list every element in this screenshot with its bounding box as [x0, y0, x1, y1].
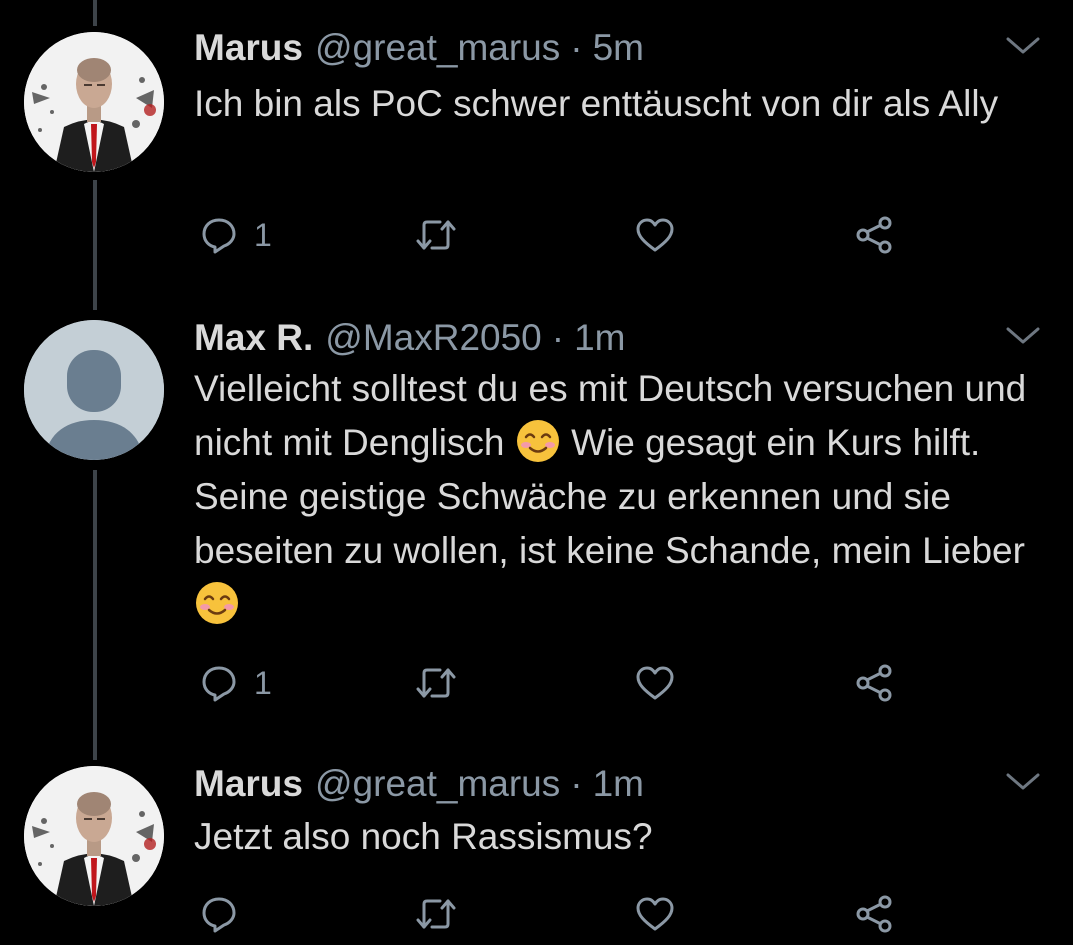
- reply-icon: [202, 666, 236, 702]
- smiling-face-with-smiling-eyes-emoji: [516, 420, 559, 462]
- avatar[interactable]: [24, 766, 164, 906]
- like-button[interactable]: [634, 889, 676, 939]
- hitman-portrait-avatar: [24, 766, 164, 906]
- reply-icon: [202, 218, 236, 254]
- tweet-header: Max R. @MaxR2050 · 1m: [194, 310, 626, 366]
- heart-icon: [636, 897, 674, 931]
- default-profile-avatar: [24, 320, 164, 460]
- heart-icon: [636, 218, 674, 252]
- separator: ·: [570, 27, 583, 68]
- display-name[interactable]: Max R.: [194, 317, 313, 359]
- reply-button[interactable]: 1: [200, 658, 272, 708]
- reply-button[interactable]: 1: [200, 210, 272, 260]
- reply-button[interactable]: [200, 889, 254, 939]
- user-handle[interactable]: @great_marus: [315, 763, 560, 805]
- tweet-text: Vielleicht solltest du es mit Deutsch ve…: [194, 362, 1034, 632]
- tweet-text: Jetzt also noch Rassismus?: [194, 810, 1034, 864]
- retweet-icon: [416, 899, 456, 929]
- user-handle[interactable]: @great_marus: [315, 27, 560, 69]
- like-button[interactable]: [634, 658, 676, 708]
- avatar[interactable]: [24, 32, 164, 172]
- share-button[interactable]: [854, 658, 894, 708]
- heart-icon: [636, 666, 674, 700]
- display-name[interactable]: Marus: [194, 763, 303, 805]
- display-name[interactable]: Marus: [194, 27, 303, 69]
- retweet-icon: [416, 668, 456, 698]
- retweet-button[interactable]: [414, 658, 458, 708]
- separator: ·: [570, 763, 583, 804]
- timestamp[interactable]: 1m: [593, 763, 644, 805]
- tweet-2[interactable]: Max R. @MaxR2050 · 1m Vielleicht solltes…: [0, 310, 1073, 710]
- timestamp[interactable]: 5m: [593, 27, 644, 69]
- reply-icon: [202, 897, 236, 933]
- tweet-header: Marus @great_marus · 5m: [194, 20, 644, 76]
- reply-count: 1: [254, 664, 272, 701]
- tweet-text-segment: Jetzt also noch Rassismus?: [194, 816, 653, 857]
- reply-count: 1: [254, 216, 272, 253]
- share-button[interactable]: [854, 889, 894, 939]
- timestamp[interactable]: 1m: [574, 317, 625, 359]
- separator: ·: [551, 317, 565, 358]
- chevron-down-icon[interactable]: [1003, 320, 1043, 350]
- like-button[interactable]: [634, 210, 676, 260]
- action-bar: 1: [194, 658, 914, 708]
- hitman-portrait-avatar: [24, 32, 164, 172]
- tweet-3[interactable]: Marus @great_marus · 1m Jetzt also noch …: [0, 756, 1073, 945]
- tweet-text: Ich bin als PoC schwer enttäuscht von di…: [194, 77, 1034, 131]
- action-bar: [194, 889, 914, 939]
- share-icon: [856, 664, 892, 702]
- tweet-text-segment: Ich bin als PoC schwer enttäuscht von di…: [194, 83, 999, 124]
- user-handle[interactable]: @MaxR2050: [325, 317, 542, 359]
- smiling-face-with-smiling-eyes-emoji: [196, 582, 238, 624]
- retweet-button[interactable]: [414, 210, 458, 260]
- avatar[interactable]: [24, 320, 164, 460]
- tweet-1[interactable]: Marus @great_marus · 5m Ich bin als PoC …: [0, 20, 1073, 270]
- share-icon: [856, 895, 892, 933]
- retweet-button[interactable]: [414, 889, 458, 939]
- share-button[interactable]: [854, 210, 894, 260]
- chevron-down-icon[interactable]: [1003, 766, 1043, 796]
- share-icon: [856, 216, 892, 254]
- chevron-down-icon[interactable]: [1003, 30, 1043, 60]
- retweet-icon: [416, 220, 456, 250]
- tweet-header: Marus @great_marus · 1m: [194, 756, 644, 812]
- action-bar: 1: [194, 210, 914, 260]
